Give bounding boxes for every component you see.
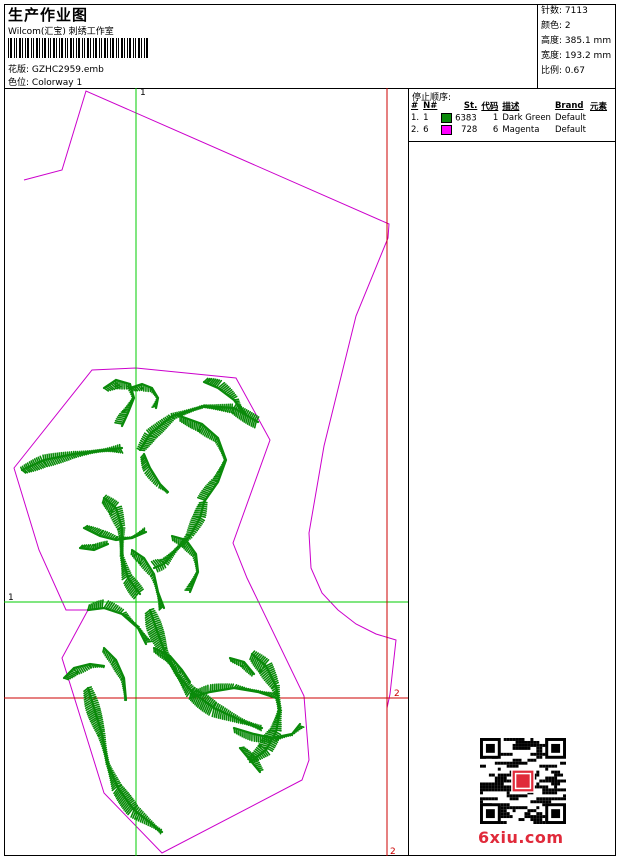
guide-label-green-v: 1 <box>140 88 146 98</box>
design-canvas: 1 1 2 2 <box>4 88 408 856</box>
guide-label-green-h: 1 <box>8 593 14 603</box>
qr-code <box>480 738 566 824</box>
table-row: 2. 6 728 6 Magenta Default <box>411 124 587 136</box>
table-header-row: # N# St. 代码 描述 Brand 元素 <box>409 100 609 112</box>
colorway-label: 色位: <box>8 78 30 88</box>
col-code: 代码 <box>481 102 499 112</box>
page-title: 生产作业图 <box>8 6 89 24</box>
colorway-value: Colorway 1 <box>31 78 83 88</box>
col-st: St. <box>463 101 478 111</box>
guide-label-red-h: 2 <box>394 689 400 699</box>
stat-height: 高度: 385.1 mm <box>541 36 612 46</box>
col-element: 元素 <box>590 102 608 112</box>
col-n: N# <box>423 101 438 111</box>
table-row: 1. 1 6383 1 Dark Green Default <box>411 112 587 124</box>
outline-embroidery <box>13 367 310 854</box>
color-swatch-dark-green <box>441 112 453 123</box>
stat-stitches: 针数: 7113 <box>541 6 588 16</box>
colorway-row: 色位: Colorway 1 <box>8 75 82 88</box>
design-label: 花版: <box>8 65 30 75</box>
stat-scale: 比例: 0.67 <box>541 66 585 76</box>
outline-top <box>23 90 397 709</box>
stop-sequence-table: # N# St. 代码 描述 Brand 元素 1. 1 6383 1 Dark… <box>409 100 609 136</box>
design-file-row: 花版: GZHC2959.emb <box>8 62 104 75</box>
design-file: GZHC2959.emb <box>31 65 104 75</box>
color-swatch-magenta <box>441 124 453 135</box>
col-brand: Brand <box>554 101 584 111</box>
barcode <box>8 38 148 58</box>
stats-box: 针数: 7113 颜色: 2 高度: 385.1 mm 宽度: 193.2 mm… <box>537 4 616 88</box>
table-rule <box>409 141 616 142</box>
watermark-text: 6xiu.com <box>478 828 564 847</box>
guide-label-red-v: 2 <box>390 847 396 856</box>
col-desc: 描述 <box>502 102 520 112</box>
embroidery-motif <box>20 377 305 835</box>
stat-width: 宽度: 193.2 mm <box>541 51 612 61</box>
stat-colors: 颜色: 2 <box>541 21 571 31</box>
company-name: Wilcom(汇宝) 刺绣工作室 <box>8 27 114 37</box>
col-num: # <box>411 101 419 111</box>
